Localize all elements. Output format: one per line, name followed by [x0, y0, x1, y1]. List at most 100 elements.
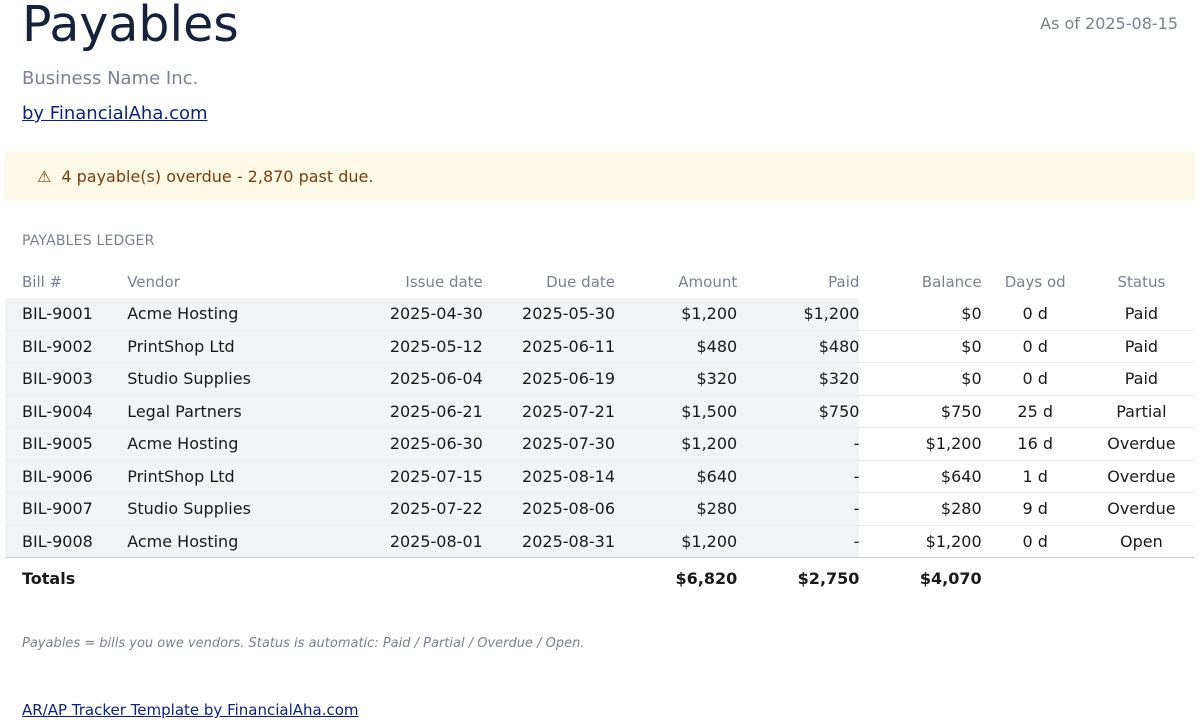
total-amount: $6,820 — [675, 568, 738, 588]
days-overdue-cell: 0 d — [981, 362, 1089, 396]
balance-cell: $1,200 — [859, 525, 982, 558]
bill-number-cell: BIL-9004 — [5, 395, 128, 428]
paid-cell: $750 — [737, 395, 860, 428]
totals-empty-cell — [127, 558, 277, 599]
vendor-cell: PrintShop Ltd — [127, 330, 278, 363]
days-overdue-cell: 9 d — [981, 492, 1089, 526]
total-paid: $2,750 — [797, 568, 860, 588]
column-header-status: Status — [1117, 273, 1166, 291]
due-date-cell: 2025-08-06 — [482, 492, 616, 526]
balance-cell: $0 — [859, 330, 982, 363]
bill-number-cell: BIL-9005 — [5, 427, 128, 461]
amount-cell: $480 — [615, 330, 738, 363]
bill-number-cell: BIL-9003 — [5, 362, 128, 396]
footnote: Payables = bills you owe vendors. Status… — [22, 636, 585, 651]
payables-ledger-table: Bill # Vendor Issue date Due date Amount… — [5, 266, 1194, 598]
days-overdue-cell: 25 d — [981, 395, 1089, 428]
balance-cell: $1,200 — [859, 427, 982, 461]
column-header-due-date: Due date — [546, 273, 616, 291]
bill-number-cell: BIL-9007 — [5, 492, 128, 526]
vendor-cell: Acme Hosting — [127, 427, 278, 461]
column-header-balance: Balance — [921, 273, 982, 291]
issue-date-cell: 2025-06-04 — [277, 362, 483, 396]
issue-date-cell: 2025-07-15 — [277, 460, 483, 493]
due-date-cell: 2025-07-21 — [482, 395, 616, 428]
table-row: BIL-9003 Studio Supplies 2025-06-04 2025… — [5, 362, 1194, 396]
paid-cell: - — [737, 427, 860, 461]
due-date-cell: 2025-05-30 — [482, 298, 616, 331]
balance-cell: $280 — [859, 492, 982, 526]
totals-empty-cell — [277, 558, 482, 599]
vendor-cell: Legal Partners — [127, 395, 278, 428]
financialaha-link[interactable]: by FinancialAha.com — [22, 103, 208, 124]
issue-date-cell: 2025-04-30 — [277, 298, 483, 331]
paid-cell: - — [737, 525, 860, 558]
overdue-alert-banner: ⚠ 4 payable(s) overdue - 2,870 past due. — [5, 152, 1194, 200]
paid-cell: - — [737, 460, 860, 493]
days-overdue-cell: 16 d — [981, 427, 1089, 461]
balance-cell: $0 — [859, 362, 982, 396]
status-cell: Overdue — [1088, 460, 1194, 493]
issue-date-cell: 2025-06-30 — [277, 427, 483, 461]
paid-cell: - — [737, 492, 860, 526]
amount-cell: $1,200 — [615, 525, 738, 558]
column-header-issue-date: Issue date — [405, 273, 483, 291]
issue-date-cell: 2025-06-21 — [277, 395, 483, 428]
table-header-row: Bill # Vendor Issue date Due date Amount… — [5, 266, 1194, 298]
bill-number-cell: BIL-9002 — [5, 330, 128, 363]
issue-date-cell: 2025-08-01 — [277, 525, 483, 558]
totals-row: Totals $6,820 $2,750 $4,070 — [5, 558, 1194, 599]
days-overdue-cell: 0 d — [981, 298, 1089, 331]
bill-number-cell: BIL-9001 — [5, 298, 128, 331]
overdue-alert-text: 4 payable(s) overdue - 2,870 past due. — [61, 166, 374, 186]
tracker-template-link[interactable]: AR/AP Tracker Template by FinancialAha.c… — [22, 701, 359, 719]
column-header-days-overdue: Days od — [1004, 273, 1066, 291]
paid-cell: $480 — [737, 330, 860, 363]
as-of-date: As of 2025-08-15 — [1040, 14, 1178, 33]
totals-empty-cell — [982, 558, 1089, 599]
paid-cell: $1,200 — [737, 298, 860, 331]
due-date-cell: 2025-06-11 — [482, 330, 616, 363]
bill-number-cell: BIL-9006 — [5, 460, 128, 493]
warning-icon: ⚠ — [37, 166, 52, 186]
amount-cell: $1,200 — [615, 427, 738, 461]
status-cell: Open — [1088, 525, 1194, 558]
totals-empty-cell — [483, 558, 615, 599]
days-overdue-cell: 0 d — [981, 330, 1089, 363]
page-title: Payables — [22, 0, 239, 53]
issue-date-cell: 2025-05-12 — [277, 330, 483, 363]
vendor-cell: PrintShop Ltd — [127, 460, 278, 493]
status-cell: Overdue — [1088, 427, 1194, 461]
table-row: BIL-9004 Legal Partners 2025-06-21 2025-… — [5, 395, 1194, 428]
paid-cell: $320 — [737, 362, 860, 396]
issue-date-cell: 2025-07-22 — [277, 492, 483, 526]
totals-label: Totals — [22, 568, 76, 588]
status-cell: Paid — [1088, 330, 1194, 363]
vendor-cell: Studio Supplies — [127, 492, 278, 526]
vendor-cell: Studio Supplies — [127, 362, 278, 396]
column-header-vendor: Vendor — [127, 273, 180, 291]
due-date-cell: 2025-07-30 — [482, 427, 616, 461]
days-overdue-cell: 1 d — [981, 460, 1089, 493]
amount-cell: $320 — [615, 362, 738, 396]
amount-cell: $1,500 — [615, 395, 738, 428]
table-row: BIL-9001 Acme Hosting 2025-04-30 2025-05… — [5, 298, 1194, 331]
vendor-cell: Acme Hosting — [127, 525, 278, 558]
status-cell: Overdue — [1088, 492, 1194, 526]
section-label: PAYABLES LEDGER — [22, 233, 155, 249]
amount-cell: $1,200 — [615, 298, 738, 331]
status-cell: Paid — [1088, 362, 1194, 396]
balance-cell: $750 — [859, 395, 982, 428]
total-balance: $4,070 — [919, 568, 982, 588]
table-row: BIL-9008 Acme Hosting 2025-08-01 2025-08… — [5, 525, 1194, 558]
table-row: BIL-9007 Studio Supplies 2025-07-22 2025… — [5, 492, 1194, 526]
status-cell: Paid — [1088, 298, 1194, 331]
table-row: BIL-9006 PrintShop Ltd 2025-07-15 2025-0… — [5, 460, 1194, 493]
column-header-bill: Bill # — [22, 273, 63, 291]
days-overdue-cell: 0 d — [981, 525, 1089, 558]
column-header-paid: Paid — [828, 273, 860, 291]
vendor-cell: Acme Hosting — [127, 298, 278, 331]
amount-cell: $640 — [615, 460, 738, 493]
table-row: BIL-9002 PrintShop Ltd 2025-05-12 2025-0… — [5, 330, 1194, 363]
table-row: BIL-9005 Acme Hosting 2025-06-30 2025-07… — [5, 427, 1194, 461]
